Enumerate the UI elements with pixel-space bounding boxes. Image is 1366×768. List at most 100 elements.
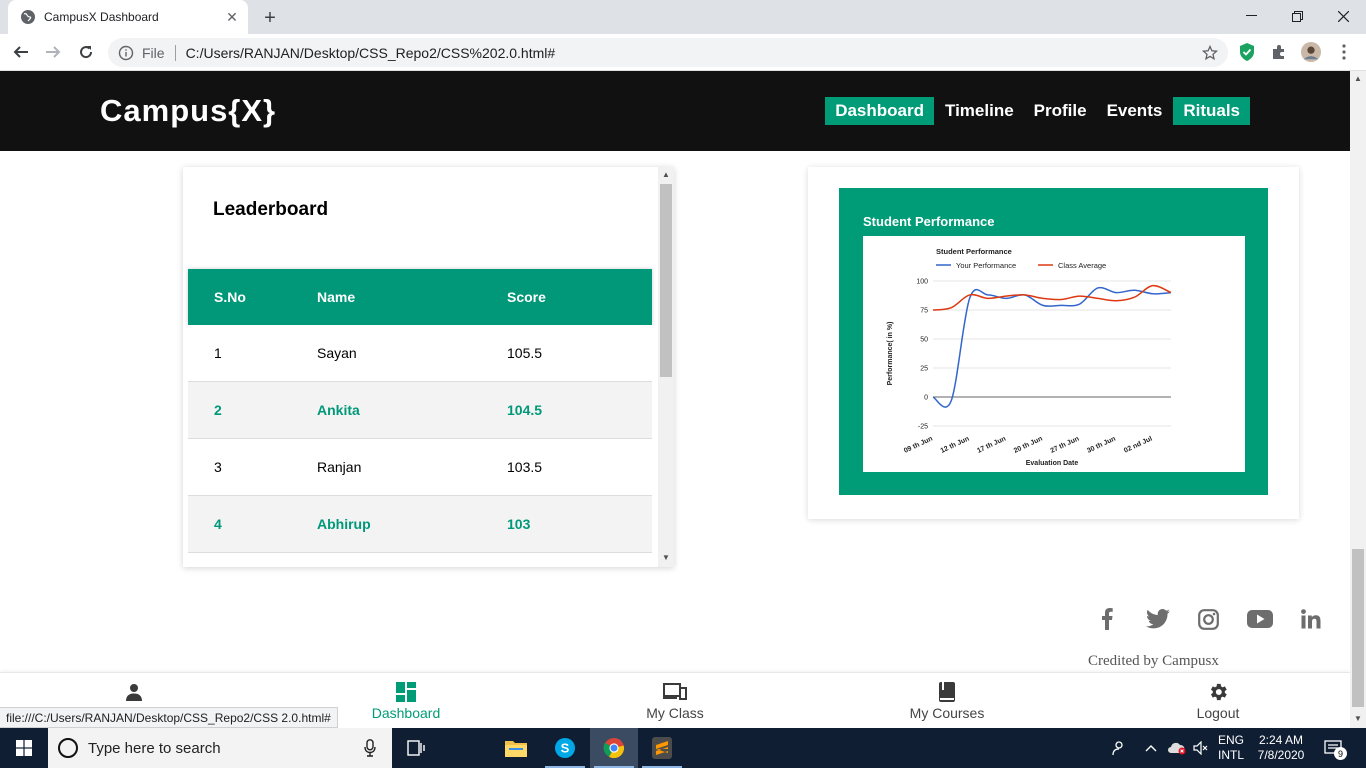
- clock-button[interactable]: 2:24 AM 7/8/2020: [1250, 728, 1312, 768]
- info-icon[interactable]: [118, 45, 134, 61]
- reload-button[interactable]: [73, 39, 99, 65]
- link-status-bar: file:///C:/Users/RANJAN/Desktop/CSS_Repo…: [0, 707, 338, 728]
- microphone-icon[interactable]: [364, 739, 376, 757]
- clock-time: 2:24 AM: [1258, 733, 1304, 747]
- person-icon: [122, 681, 146, 703]
- taskbar-search-box[interactable]: Type here to search: [48, 728, 392, 768]
- scroll-up-arrow-icon[interactable]: ▲: [1354, 74, 1362, 83]
- onedrive-button[interactable]: [1165, 728, 1189, 768]
- table-row: 3 Ranjan 103.5: [188, 439, 652, 496]
- browser-toolbar: File C:/Users/RANJAN/Desktop/CSS_Repo2/C…: [0, 34, 1366, 71]
- kebab-menu-icon: [1342, 44, 1346, 60]
- legend-label: Your Performance: [956, 261, 1016, 270]
- people-icon: [1112, 741, 1123, 756]
- task-view-icon: [407, 740, 425, 756]
- cloud-error-icon: [1168, 742, 1186, 755]
- facebook-icon: [1101, 608, 1113, 630]
- cell-sno: 4: [214, 516, 222, 532]
- scroll-up-arrow-icon[interactable]: ▲: [662, 170, 670, 179]
- task-view-button[interactable]: [392, 728, 440, 768]
- y-tick-label: -25: [918, 424, 928, 431]
- shield-extension-button[interactable]: [1237, 42, 1257, 62]
- youtube-icon: [1246, 610, 1273, 628]
- tray-overflow-button[interactable]: [1142, 728, 1160, 768]
- close-window-button[interactable]: [1320, 0, 1366, 32]
- new-tab-button[interactable]: +: [258, 6, 282, 30]
- chrome-button[interactable]: [590, 728, 638, 768]
- nav-profile[interactable]: Profile: [1024, 97, 1097, 125]
- instagram-icon: [1198, 608, 1219, 630]
- profile-button[interactable]: [1301, 42, 1321, 62]
- nav-events[interactable]: Events: [1097, 97, 1173, 125]
- instagram-link[interactable]: [1183, 605, 1234, 633]
- scroll-down-arrow-icon[interactable]: ▼: [1354, 714, 1362, 723]
- twitter-link[interactable]: [1132, 605, 1183, 633]
- skype-icon: S: [555, 738, 575, 758]
- minimize-button[interactable]: [1228, 0, 1274, 32]
- column-header-score: Score: [507, 289, 546, 305]
- sublime-text-icon: [652, 737, 672, 759]
- facebook-link[interactable]: [1081, 605, 1132, 633]
- performance-chart: Student Performance Your Performance Class…: [863, 236, 1245, 472]
- tab-title: CampusX Dashboard: [44, 10, 159, 24]
- bottom-nav-label: Dashboard: [371, 705, 441, 721]
- devices-icon: [663, 681, 687, 703]
- youtube-link[interactable]: [1234, 605, 1285, 633]
- people-button[interactable]: [1106, 728, 1130, 768]
- minimize-icon: [1245, 15, 1257, 16]
- bottom-nav-logout[interactable]: Logout: [1158, 681, 1278, 721]
- x-tick-label: 02 nd Jul: [1123, 435, 1154, 454]
- book-icon: [935, 681, 959, 703]
- performance-card: Student Performance Student Performance Y…: [808, 167, 1299, 519]
- forward-button[interactable]: [40, 39, 66, 65]
- cell-sno: 2: [214, 402, 222, 418]
- cell-name: Ranjan: [317, 459, 362, 475]
- leaderboard-table: S.No Name Score 1 Sayan 105.5 2 Ankita 1…: [188, 269, 652, 567]
- scroll-down-arrow-icon[interactable]: ▼: [662, 553, 670, 562]
- scrollbar-thumb[interactable]: [1352, 549, 1364, 707]
- bookmark-star-icon[interactable]: [1202, 44, 1218, 61]
- windows-logo-icon: [16, 740, 32, 756]
- scrollbar-thumb[interactable]: [660, 184, 672, 377]
- volume-button[interactable]: [1190, 728, 1212, 768]
- reload-icon: [80, 46, 93, 59]
- bottom-nav-my-class[interactable]: My Class: [615, 681, 735, 721]
- series-line: [932, 286, 1172, 408]
- start-button[interactable]: [0, 728, 48, 768]
- windows-taskbar: Type here to search S ENG INTL 2:24 AM 7…: [0, 728, 1366, 768]
- volume-muted-icon: [1193, 741, 1208, 755]
- leaderboard-scrollbar[interactable]: ▲ ▼: [658, 167, 674, 567]
- x-tick-label: 27 th Jun: [1049, 435, 1080, 454]
- restore-button[interactable]: [1274, 0, 1320, 32]
- back-button[interactable]: [8, 39, 34, 65]
- close-icon: [1337, 10, 1349, 22]
- main-nav: Dashboard Timeline Profile Events Ritual…: [825, 97, 1250, 125]
- bottom-nav-dashboard[interactable]: Dashboard: [346, 681, 466, 721]
- nav-dashboard[interactable]: Dashboard: [825, 97, 934, 125]
- language-code: ENG: [1217, 733, 1244, 747]
- leaderboard-title: Leaderboard: [213, 199, 329, 220]
- url-text[interactable]: C:/Users/RANJAN/Desktop/CSS_Repo2/CSS%20…: [186, 45, 1202, 61]
- extensions-button[interactable]: [1269, 42, 1289, 62]
- browser-tab[interactable]: CampusX Dashboard ✕: [8, 0, 248, 34]
- leaderboard-card[interactable]: Leaderboard S.No Name Score 1 Sayan 105.…: [183, 167, 674, 567]
- site-logo[interactable]: Campus{X}: [100, 93, 276, 129]
- nav-rituals[interactable]: Rituals: [1173, 97, 1250, 125]
- action-center-button[interactable]: 9: [1316, 728, 1350, 768]
- bottom-nav-label: Logout: [1196, 705, 1240, 721]
- nav-timeline[interactable]: Timeline: [935, 97, 1024, 125]
- linkedin-link[interactable]: [1285, 605, 1336, 633]
- bottom-nav-profile[interactable]: [74, 681, 194, 705]
- notification-count-badge: 9: [1334, 747, 1347, 760]
- input-language-button[interactable]: ENG INTL: [1214, 728, 1248, 768]
- close-tab-icon[interactable]: ✕: [224, 9, 240, 25]
- file-explorer-button[interactable]: [492, 728, 540, 768]
- browser-menu-button[interactable]: [1334, 42, 1354, 62]
- address-bar[interactable]: File C:/Users/RANJAN/Desktop/CSS_Repo2/C…: [108, 38, 1228, 67]
- bottom-nav-my-courses[interactable]: My Courses: [887, 681, 1007, 721]
- page-scrollbar[interactable]: ▲ ▼: [1350, 71, 1366, 728]
- sublime-text-button[interactable]: [638, 728, 686, 768]
- credit-text: Credited by Campusx: [1088, 653, 1219, 669]
- bottom-nav-label: My Courses: [909, 705, 985, 721]
- skype-button[interactable]: S: [541, 728, 589, 768]
